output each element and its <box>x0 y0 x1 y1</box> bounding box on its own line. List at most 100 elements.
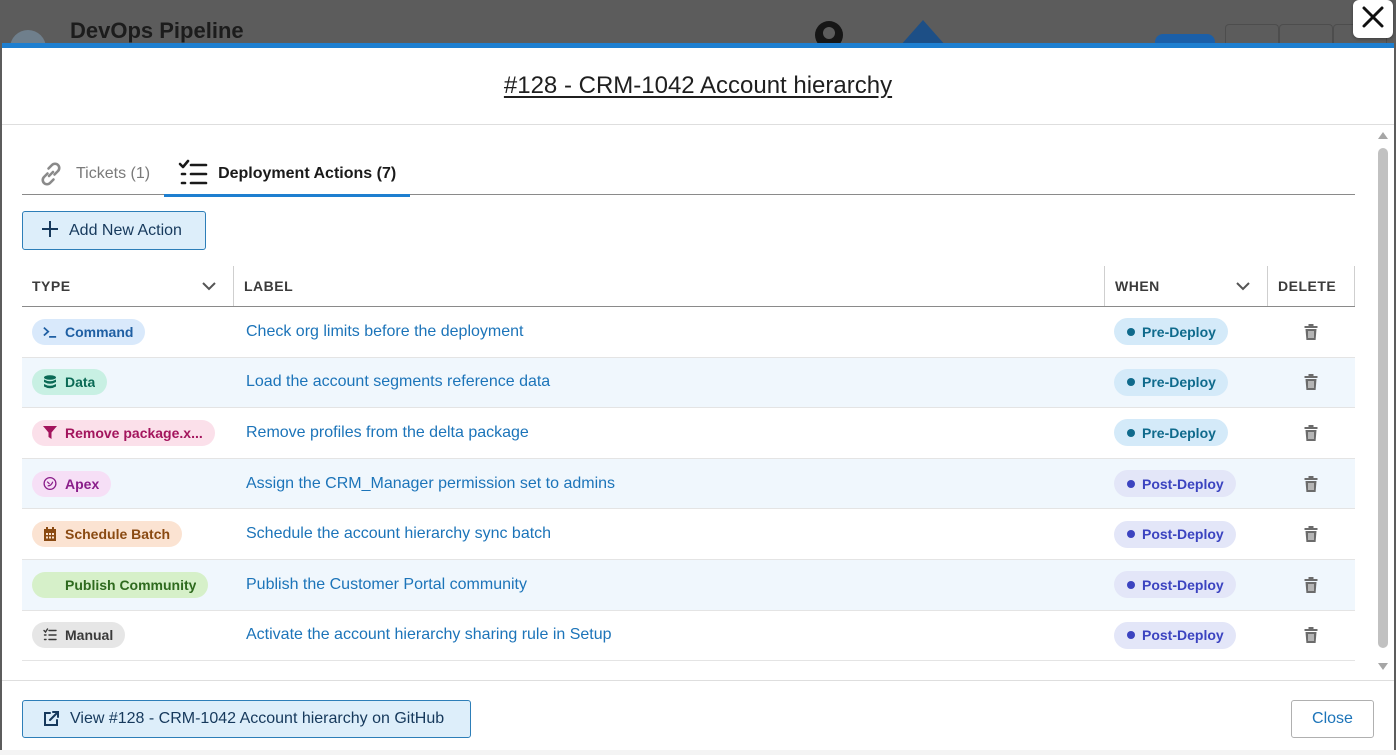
action-label-link[interactable]: Schedule the account hierarchy sync batc… <box>246 525 551 543</box>
type-badge: Command <box>32 318 146 345</box>
delete-trash-icon[interactable] <box>1299 573 1323 597</box>
delete-trash-icon[interactable] <box>1299 320 1323 344</box>
status-dot-icon <box>1127 580 1135 589</box>
column-header-when[interactable]: WHEN <box>1104 266 1267 306</box>
column-label: WHEN <box>1115 278 1160 294</box>
checklist-icon <box>178 159 208 189</box>
plus-icon <box>41 220 59 242</box>
checklist-icon <box>43 628 57 642</box>
chevron-down-icon[interactable] <box>1235 279 1251 295</box>
modal-title[interactable]: #128 - CRM-1042 Account hierarchy <box>504 72 892 100</box>
apex-icon <box>43 477 57 491</box>
when-badge: Post-Deploy <box>1114 621 1236 649</box>
type-badge: Publish Community <box>32 571 209 598</box>
type-badge-label: Command <box>65 323 134 340</box>
cell-delete <box>1267 408 1355 458</box>
type-badge-label: Apex <box>65 475 100 492</box>
calendar-icon <box>43 527 57 542</box>
database-icon <box>43 375 57 389</box>
cell-delete <box>1267 611 1355 661</box>
cell-type: Data <box>22 358 233 408</box>
scroll-down-icon[interactable] <box>1378 663 1388 670</box>
when-badge-label: Post-Deploy <box>1142 576 1224 593</box>
view-on-github-button[interactable]: View #128 - CRM-1042 Account hierarchy o… <box>22 700 471 738</box>
status-dot-icon <box>1127 378 1135 387</box>
when-badge: Post-Deploy <box>1114 571 1236 599</box>
cell-when: Post-Deploy <box>1104 560 1267 610</box>
cell-when: Post-Deploy <box>1104 459 1267 509</box>
cell-type: Publish Community <box>22 560 233 610</box>
close-icon <box>1361 5 1385 34</box>
action-modal: #128 - CRM-1042 Account hierarchy Ticket… <box>2 43 1394 750</box>
type-badge-label: Schedule Batch <box>65 526 171 543</box>
tab-label: Deployment Actions (7) <box>218 164 397 182</box>
type-badge-label: Publish Community <box>65 576 197 593</box>
column-label: TYPE <box>32 278 71 294</box>
vertical-scrollbar[interactable] <box>1376 126 1390 678</box>
cell-label: Activate the account hierarchy sharing r… <box>233 611 1104 661</box>
delete-trash-icon[interactable] <box>1299 472 1323 496</box>
when-badge: Pre-Deploy <box>1114 318 1228 346</box>
when-badge: Pre-Deploy <box>1114 419 1228 447</box>
table-row: Manual Activate the account hierarchy sh… <box>22 611 1355 662</box>
table-row: Schedule Batch Schedule the account hier… <box>22 509 1355 560</box>
table-row: Apex Assign the CRM_Manager permission s… <box>22 458 1355 510</box>
cell-delete <box>1267 358 1355 408</box>
close-button[interactable]: Close <box>1291 700 1374 738</box>
column-label: LABEL <box>244 278 294 294</box>
when-badge-label: Pre-Deploy <box>1142 323 1216 340</box>
tab-deployment-actions[interactable]: Deployment Actions (7) <box>164 152 411 197</box>
modal-close-x-button[interactable] <box>1353 0 1393 38</box>
chevron-down-icon[interactable] <box>201 279 217 295</box>
type-badge: Schedule Batch <box>32 521 183 548</box>
delete-trash-icon[interactable] <box>1299 421 1323 445</box>
tab-bar: Tickets (1) Deployment Actions (7) <box>22 152 1355 197</box>
cell-type: Remove package.x... <box>22 408 233 458</box>
action-label-link[interactable]: Load the account segments reference data <box>246 373 550 391</box>
column-header-label: LABEL <box>233 266 1104 306</box>
cell-delete <box>1267 307 1355 357</box>
delete-trash-icon[interactable] <box>1299 522 1323 546</box>
status-dot-icon <box>1127 428 1135 437</box>
add-new-action-button[interactable]: Add New Action <box>22 211 206 250</box>
when-badge: Post-Deploy <box>1114 470 1236 498</box>
cell-type: Schedule Batch <box>22 509 233 559</box>
table-row: Remove package.x... Remove profiles from… <box>22 408 1355 459</box>
table-header: TYPE LABEL WHEN DELETE <box>22 266 1355 307</box>
action-label-link[interactable]: Activate the account hierarchy sharing r… <box>246 626 612 644</box>
scroll-up-icon[interactable] <box>1378 132 1388 139</box>
action-label-link[interactable]: Remove profiles from the delta package <box>246 424 529 442</box>
action-label-link[interactable]: Check org limits before the deployment <box>246 323 523 341</box>
cell-when: Post-Deploy <box>1104 611 1267 661</box>
cell-when: Pre-Deploy <box>1104 358 1267 408</box>
type-badge: Data <box>32 369 108 396</box>
table-row: Command Check org limits before the depl… <box>22 307 1355 358</box>
delete-trash-icon[interactable] <box>1299 370 1323 394</box>
when-badge-label: Post-Deploy <box>1142 526 1224 543</box>
column-header-type[interactable]: TYPE <box>22 266 233 306</box>
external-link-icon <box>42 710 60 728</box>
modal-header: #128 - CRM-1042 Account hierarchy <box>2 48 1394 125</box>
delete-trash-icon[interactable] <box>1299 623 1323 647</box>
when-badge-label: Post-Deploy <box>1142 627 1224 644</box>
type-badge: Manual <box>32 622 126 649</box>
type-badge: Apex <box>32 470 112 497</box>
status-dot-icon <box>1127 327 1135 336</box>
cell-when: Pre-Deploy <box>1104 408 1267 458</box>
cell-delete <box>1267 509 1355 559</box>
when-badge: Post-Deploy <box>1114 520 1236 548</box>
cell-delete <box>1267 459 1355 509</box>
scrollbar-thumb[interactable] <box>1378 148 1388 648</box>
action-label-link[interactable]: Assign the CRM_Manager permission set to… <box>246 475 615 493</box>
github-button-label: View #128 - CRM-1042 Account hierarchy o… <box>70 710 445 727</box>
table-row: Data Load the account segments reference… <box>22 357 1355 409</box>
add-button-label: Add New Action <box>69 221 182 239</box>
column-header-delete: DELETE <box>1267 266 1355 306</box>
cell-label: Schedule the account hierarchy sync batc… <box>233 509 1104 559</box>
tab-tickets[interactable]: Tickets (1) <box>22 152 164 195</box>
cell-label: Assign the CRM_Manager permission set to… <box>233 459 1104 509</box>
cell-label: Publish the Customer Portal community <box>233 560 1104 610</box>
type-badge-label: Manual <box>65 627 114 644</box>
action-label-link[interactable]: Publish the Customer Portal community <box>246 576 527 594</box>
when-badge-label: Post-Deploy <box>1142 475 1224 492</box>
